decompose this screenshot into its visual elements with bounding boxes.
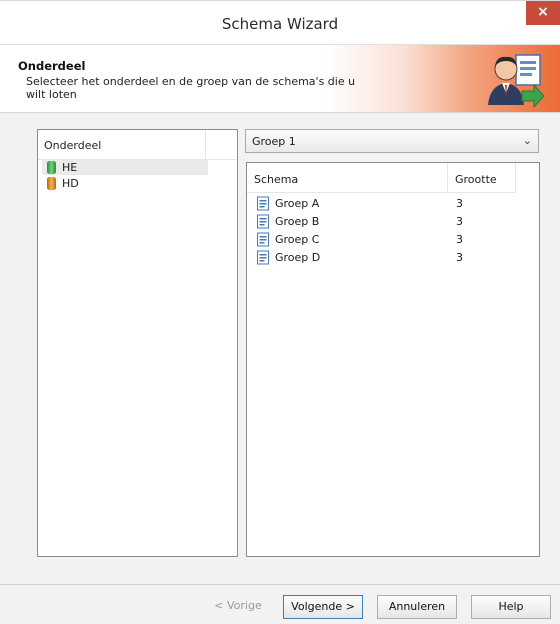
onderdeel-item-label: HE: [62, 161, 78, 174]
schema-size: 3: [456, 197, 463, 210]
wizard-footer: < Vorige Volgende > Annuleren Help: [0, 584, 560, 624]
step-description: Selecteer het onderdeel en de groep van …: [26, 75, 356, 101]
table-row[interactable]: Groep D 3: [247, 249, 539, 267]
orange-database-icon: [47, 177, 56, 190]
next-button[interactable]: Volgende >: [283, 595, 363, 619]
green-database-icon: [47, 161, 56, 174]
schema-name: Groep D: [275, 251, 321, 264]
schema-size: 3: [456, 233, 463, 246]
group-select[interactable]: Groep 1 ⌄: [245, 129, 539, 153]
onderdeel-list-header: Onderdeel: [38, 130, 237, 160]
title-bar: Schema Wizard ×: [0, 0, 560, 44]
group-select-value: Groep 1: [252, 135, 296, 148]
schema-document-icon: [257, 232, 269, 247]
table-row[interactable]: Groep C 3: [247, 231, 539, 249]
chevron-down-icon[interactable]: ⌄: [523, 134, 532, 147]
schema-document-icon: [257, 214, 269, 229]
help-button[interactable]: Help: [471, 595, 551, 619]
onderdeel-item-hd[interactable]: HD: [42, 176, 208, 191]
cancel-button[interactable]: Annuleren: [377, 595, 457, 619]
schema-size: 3: [456, 215, 463, 228]
schema-name: Groep B: [275, 215, 320, 228]
schema-table[interactable]: Schema Grootte Groep A 3 Groep B 3 Groep…: [246, 162, 540, 557]
schema-column-header[interactable]: Schema: [247, 163, 448, 193]
schema-size: 3: [456, 251, 463, 264]
onderdeel-column-header[interactable]: Onderdeel: [38, 130, 206, 159]
wizard-body: Onderdeel HE HD Groep 1 ⌄ Schema Grootte…: [0, 112, 560, 584]
onderdeel-item-he[interactable]: HE: [42, 160, 208, 175]
close-button[interactable]: ×: [526, 1, 560, 25]
schema-document-icon: [257, 250, 269, 265]
onderdeel-item-label: HD: [62, 177, 79, 190]
table-row[interactable]: Groep B 3: [247, 213, 539, 231]
onderdeel-list[interactable]: Onderdeel HE HD: [37, 129, 238, 557]
wizard-header: Onderdeel Selecteer het onderdeel en de …: [0, 44, 560, 112]
step-title: Onderdeel: [18, 59, 86, 73]
user-document-icon: [488, 54, 545, 109]
size-column-header[interactable]: Grootte: [448, 163, 516, 193]
table-row[interactable]: Groep A 3: [247, 195, 539, 213]
back-button[interactable]: < Vorige: [200, 595, 276, 619]
window-title: Schema Wizard: [221, 15, 339, 33]
schema-name: Groep A: [275, 197, 320, 210]
schema-document-icon: [257, 196, 269, 211]
schema-name: Groep C: [275, 233, 320, 246]
